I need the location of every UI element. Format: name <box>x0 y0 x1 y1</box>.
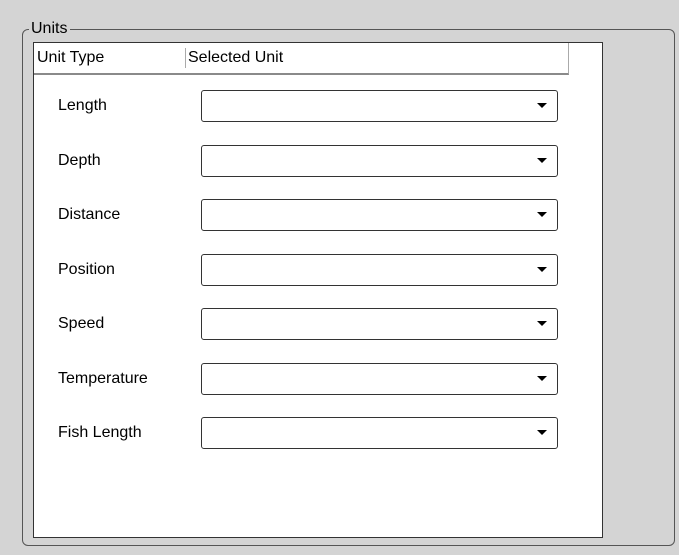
length-unit-dropdown[interactable] <box>201 90 558 122</box>
position-unit-dropdown[interactable] <box>201 254 558 286</box>
unit-row-speed: Speed <box>58 308 558 340</box>
temperature-unit-dropdown[interactable] <box>201 363 558 395</box>
chevron-down-icon <box>537 376 547 381</box>
unit-row-distance: Distance <box>58 199 558 231</box>
chevron-down-icon <box>537 430 547 435</box>
unit-type-label: Fish Length <box>58 424 142 441</box>
unit-type-label: Length <box>58 97 107 114</box>
units-group-title: Units <box>29 20 71 38</box>
unit-type-label: Temperature <box>58 370 148 387</box>
chevron-down-icon <box>537 158 547 163</box>
depth-unit-dropdown[interactable] <box>201 145 558 177</box>
chevron-down-icon <box>537 212 547 217</box>
unit-type-label: Distance <box>58 206 121 223</box>
column-header-selected-unit[interactable]: Selected Unit <box>185 48 283 68</box>
units-panel: Unit Type Selected Unit Length Depth Dis… <box>33 42 603 538</box>
unit-row-depth: Depth <box>58 145 558 177</box>
fish-length-unit-dropdown[interactable] <box>201 417 558 449</box>
unit-row-length: Length <box>58 90 558 122</box>
speed-unit-dropdown[interactable] <box>201 308 558 340</box>
chevron-down-icon <box>537 103 547 108</box>
unit-type-label: Depth <box>58 152 101 169</box>
unit-row-position: Position <box>58 254 558 286</box>
table-header: Unit Type Selected Unit <box>34 43 569 75</box>
unit-row-temperature: Temperature <box>58 363 558 395</box>
chevron-down-icon <box>537 321 547 326</box>
unit-type-label: Speed <box>58 315 105 332</box>
column-header-unit-type[interactable]: Unit Type <box>37 43 104 73</box>
chevron-down-icon <box>537 267 547 272</box>
distance-unit-dropdown[interactable] <box>201 199 558 231</box>
unit-type-label: Position <box>58 261 115 278</box>
unit-row-fish-length: Fish Length <box>58 417 558 449</box>
